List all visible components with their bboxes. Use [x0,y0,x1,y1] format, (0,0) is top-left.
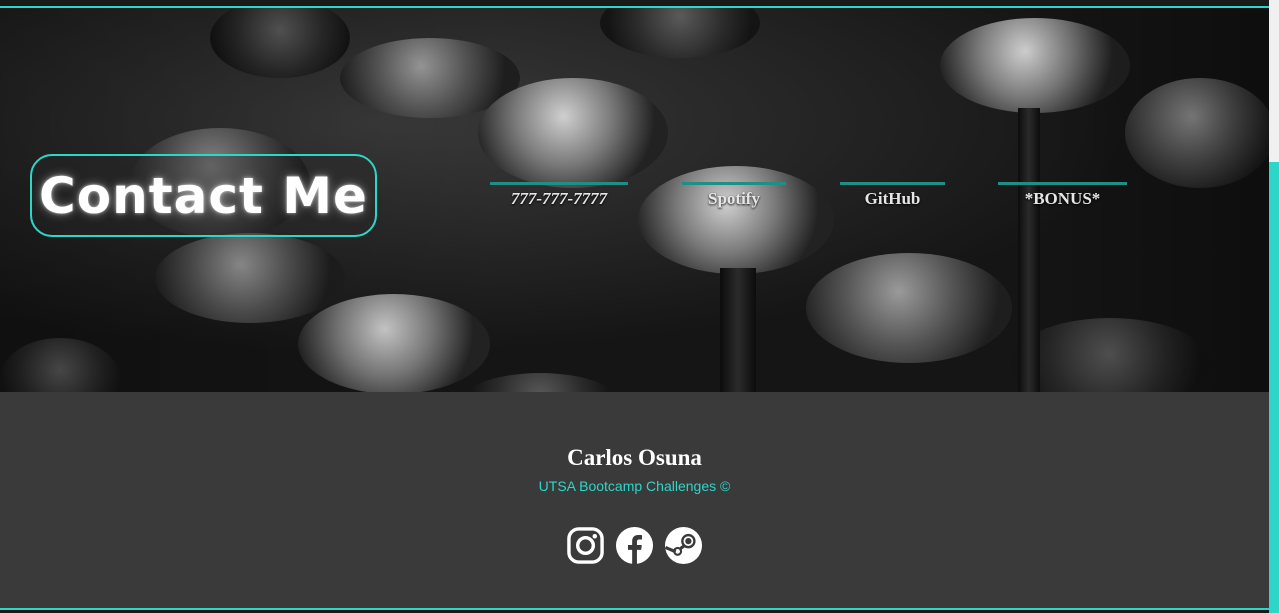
github-link[interactable]: GitHub [840,182,945,221]
page: Contact Me 777-777-7777 Spotify GitHub *… [0,0,1269,613]
footer-subtitle: UTSA Bootcamp Challenges © [538,478,731,494]
phone-link[interactable]: 777-777-7777 [490,182,628,221]
steam-icon[interactable] [664,526,703,565]
scrollbar-track[interactable] [1269,0,1279,613]
bonus-link[interactable]: *BONUS* [998,182,1127,221]
instagram-icon[interactable] [566,526,605,565]
contact-links: 777-777-7777 Spotify GitHub *BONUS* [0,182,1269,222]
hero-banner: Contact Me 777-777-7777 Spotify GitHub *… [0,6,1269,394]
footer: Carlos Osuna UTSA Bootcamp Challenges © [0,392,1269,610]
spotify-link[interactable]: Spotify [682,182,786,221]
scrollbar-thumb[interactable] [1269,162,1279,613]
social-links [0,526,1269,565]
footer-author-name: Carlos Osuna [567,445,702,470]
facebook-icon[interactable] [615,526,654,565]
